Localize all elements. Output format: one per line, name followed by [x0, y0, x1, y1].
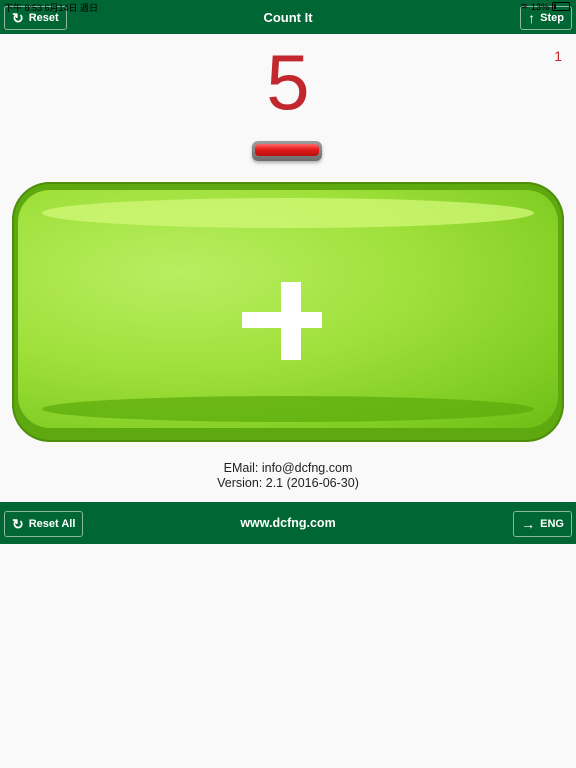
email-text: EMail: info@dcfng.com	[223, 461, 353, 475]
arrow-right-icon: →	[521, 516, 536, 532]
status-time-date: 下午 8:53 6月14日 週日	[4, 3, 99, 13]
increment-button-highlight	[42, 198, 534, 228]
step-label: Step	[540, 12, 564, 24]
plus-icon-bar	[242, 312, 322, 328]
version-text: Version: 2.1 (2016-06-30)	[217, 476, 359, 490]
increment-button[interactable]	[12, 182, 564, 442]
bottom-bar: ↻ Reset All www.dcfng.com → ENG	[0, 502, 576, 544]
status-indicators: ≋ 13%	[520, 1, 570, 12]
count-display: 5	[266, 38, 310, 126]
increment-button-shadow	[42, 396, 534, 422]
website-link[interactable]: www.dcfng.com	[0, 516, 576, 530]
decrement-button[interactable]	[252, 141, 322, 161]
battery-percent: 13%	[530, 1, 549, 12]
arrow-up-icon: ↑	[528, 10, 536, 26]
language-label: ENG	[540, 518, 564, 530]
wifi-icon: ≋	[520, 1, 528, 11]
language-button[interactable]: → ENG	[513, 511, 572, 537]
info-block: EMail: info@dcfng.com Version: 2.1 (2016…	[0, 461, 576, 491]
battery-icon	[552, 2, 570, 11]
status-bar: 下午 8:53 6月14日 週日 ≋ 13%	[0, 0, 576, 13]
